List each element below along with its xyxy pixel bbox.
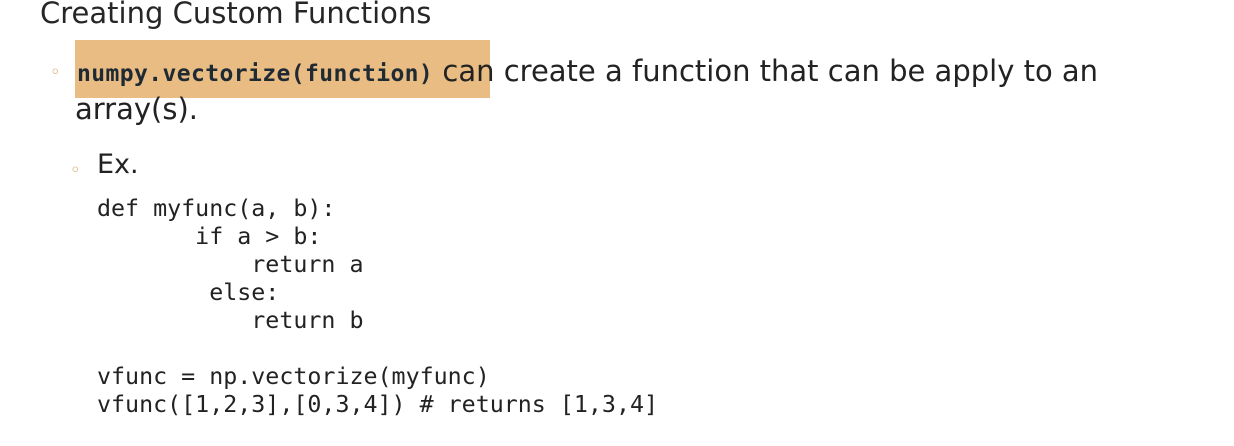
code-line: vfunc([1,2,3],[0,3,4]) # returns [1,3,4] <box>97 391 659 418</box>
bullet-circle-icon: ◦ <box>50 62 61 83</box>
bullet-point-continuation: array(s). <box>75 92 198 126</box>
bullet-point-text: can create a function that can be apply … <box>433 54 1099 88</box>
code-line: if a > b: <box>97 223 322 250</box>
example-label: Ex. <box>97 149 139 180</box>
sub-bullet-circle-icon: ◦ <box>70 160 81 181</box>
code-line: vfunc = np.vectorize(myfunc) <box>97 363 490 390</box>
code-line: return b <box>97 307 364 334</box>
bullet-point-line: numpy.vectorize(function) can create a f… <box>77 52 1098 93</box>
code-line: else: <box>97 279 280 306</box>
code-line: def myfunc(a, b): <box>97 195 336 222</box>
code-block: def myfunc(a, b): if a > b: return a els… <box>97 195 658 419</box>
slide-title: Creating Custom Functions <box>40 0 432 30</box>
code-line: return a <box>97 251 364 278</box>
inline-code: numpy.vectorize(function) <box>77 61 434 87</box>
